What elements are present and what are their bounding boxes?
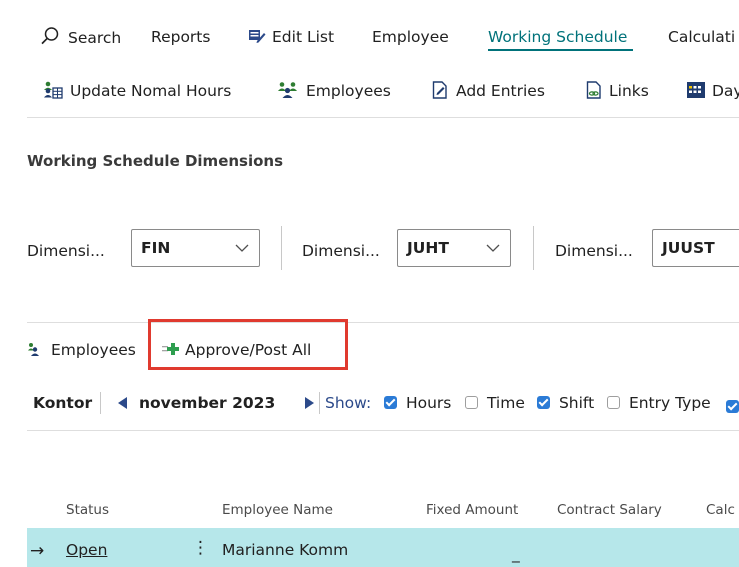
dimension-1-value: FIN [141,239,171,257]
next-month-icon[interactable] [304,397,314,409]
subpage-employees-label: Employees [51,341,136,359]
nav-calculation[interactable]: Calculati [668,26,735,48]
dimension-separator [281,226,282,270]
nav-edit-list-label: Edit List [272,28,335,46]
links-label: Links [609,82,649,100]
current-row-arrow-icon: → [30,541,45,561]
month-label: november 2023 [139,394,276,412]
add-entries-label: Add Entries [456,82,545,100]
column-header-fixed-amount[interactable]: Fixed Amount [426,502,518,518]
hours-checkbox[interactable] [384,396,397,409]
calendar-icon [687,82,705,98]
show-entry-type-option[interactable]: Entry Type [607,392,711,414]
filter-separator [100,392,101,414]
show-hours-option[interactable]: Hours [384,392,451,414]
employee-name-cell[interactable]: Marianne Komm [222,541,348,559]
fixed-amount-cell[interactable]: _ [512,545,520,563]
links-icon [586,81,601,99]
group-icon [278,82,297,98]
add-entries-icon [432,81,447,99]
update-normal-hours-label: Update Nomal Hours [70,82,232,100]
day-label: Day [712,82,739,100]
dimension-2-select[interactable]: JUHT [397,229,511,267]
table-row[interactable] [27,528,739,567]
show-shift-option[interactable]: Shift [537,392,594,414]
nav-reports[interactable]: Reports [151,26,210,48]
divider [27,322,739,323]
filter-separator [319,392,320,414]
dimension-separator [533,226,534,270]
entry-type-label: Entry Type [628,394,711,412]
nav-employee[interactable]: Employee [372,26,449,48]
employees-label: Employees [306,82,391,100]
show-label: Show: [325,394,372,412]
status-link[interactable]: Open [66,541,107,559]
time-checkbox[interactable] [465,396,478,409]
search-icon [41,27,59,45]
people-table-icon [44,81,63,99]
column-header-contract-salary[interactable]: Contract Salary [557,502,662,518]
column-header-calc[interactable]: Calc [706,502,735,518]
day-button[interactable]: Day [686,80,739,102]
show-time-option[interactable]: Time [465,392,525,414]
dimension-3-select[interactable]: JUUST [652,229,739,267]
nav-edit-list[interactable]: Edit List [248,26,334,48]
highlight-box [148,319,348,370]
chevron-down-icon [235,230,249,279]
edit-list-icon [249,30,266,43]
hours-label: Hours [405,394,452,412]
nav-search[interactable]: Search [40,26,121,48]
add-entries-button[interactable]: Add Entries [432,80,545,102]
dimension-2-value: JUHT [407,239,449,257]
row-menu-icon[interactable]: ⋮ [192,538,209,558]
previous-month-icon[interactable] [118,397,128,409]
column-header-status[interactable]: Status [66,502,109,518]
location-label: Kontor [33,394,93,412]
column-header-employee-name[interactable]: Employee Name [222,502,333,518]
tab-working-schedule[interactable]: Working Schedule [488,26,627,48]
divider [27,430,739,431]
shift-label: Shift [558,394,595,412]
subpage-employees-button[interactable]: Employees [27,339,136,361]
tab-working-schedule-label: Working Schedule [488,28,628,46]
dimension-1-select[interactable]: FIN [131,229,260,267]
dimension-3-value: JUUST [662,239,715,257]
time-label: Time [486,394,525,412]
next-option-checkbox[interactable] [726,400,739,413]
dimension-2-label: Dimensi... [302,242,380,260]
dimension-1-label: Dimensi... [27,242,105,260]
group-icon [28,343,39,356]
entry-type-checkbox[interactable] [607,396,620,409]
links-button[interactable]: Links [586,80,649,102]
update-normal-hours-button[interactable]: Update Nomal Hours [43,80,231,102]
divider [27,117,739,118]
nav-search-label: Search [68,29,122,47]
section-title: Working Schedule Dimensions [27,152,284,170]
dimension-3-label: Dimensi... [555,242,633,260]
active-tab-underline [488,49,633,51]
employees-button[interactable]: Employees [277,80,391,102]
shift-checkbox[interactable] [537,396,550,409]
chevron-down-icon [486,230,500,279]
